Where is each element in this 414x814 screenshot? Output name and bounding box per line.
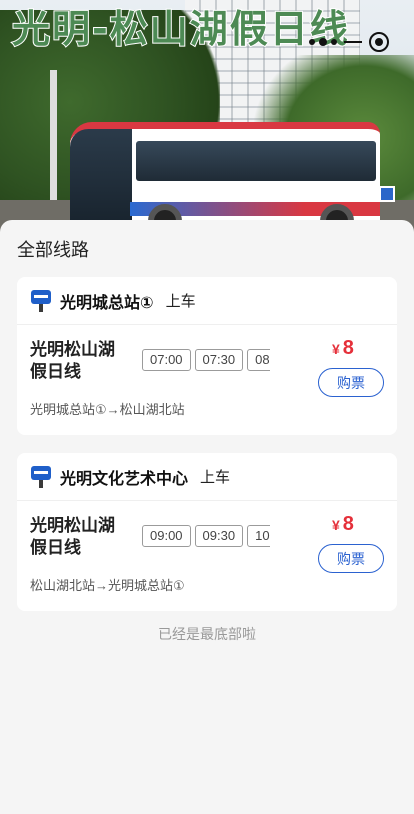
street-pole — [50, 70, 57, 220]
time-chip[interactable]: 09:30 — [194, 525, 244, 547]
more-dots-icon[interactable] — [309, 38, 338, 46]
departure-times[interactable]: 09:0009:3010:00 — [142, 525, 270, 551]
time-chip[interactable]: 10:00 — [247, 525, 270, 547]
stop-name: 光明城总站① — [60, 294, 154, 312]
board-label: 上车 — [200, 469, 231, 486]
price: ¥8 — [332, 337, 354, 360]
road-sign-icon — [379, 186, 395, 202]
bus-stop-icon — [31, 289, 51, 312]
route-card: 光明城总站① 上车 光明松山湖假日线 07:0007:3008:00 ¥8 购票… — [17, 277, 397, 435]
bus-stop-icon — [31, 465, 51, 488]
bus-image — [70, 122, 380, 238]
route-path: 光明城总站①→松山湖北站 — [30, 402, 185, 417]
currency-symbol: ¥ — [332, 517, 340, 533]
route-name: 光明松山湖假日线 — [30, 340, 115, 381]
bus-front — [70, 129, 132, 230]
buy-ticket-button[interactable]: 购票 — [318, 368, 384, 397]
price-amount: 8 — [342, 337, 354, 359]
route-card: 光明文化艺术中心 上车 光明松山湖假日线 09:0009:3010:00 ¥8 … — [17, 453, 397, 611]
target-close-icon[interactable] — [368, 32, 389, 52]
departure-times[interactable]: 07:0007:3008:00 — [142, 349, 270, 375]
time-chip[interactable]: 09:00 — [142, 525, 191, 547]
card-body[interactable]: 光明松山湖假日线 09:0009:3010:00 ¥8 购票 松山湖北站→光明城… — [17, 501, 397, 611]
currency-symbol: ¥ — [332, 341, 340, 357]
price-amount: 8 — [342, 513, 354, 535]
time-chip[interactable]: 08:00 — [247, 349, 270, 371]
price: ¥8 — [332, 513, 354, 536]
time-chip[interactable]: 07:30 — [194, 349, 244, 371]
routes-panel: 全部线路 光明城总站① 上车 光明松山湖假日线 07:0007:3008:00 … — [0, 220, 414, 814]
board-label: 上车 — [165, 293, 196, 310]
miniapp-capsule — [296, 26, 402, 58]
section-title: 全部线路 — [17, 240, 89, 260]
minimize-icon[interactable] — [343, 41, 362, 43]
buy-ticket-button[interactable]: 购票 — [318, 544, 384, 573]
card-header: 光明文化艺术中心 上车 — [17, 453, 397, 501]
route-name: 光明松山湖假日线 — [30, 516, 115, 557]
stop-name: 光明文化艺术中心 — [60, 470, 189, 488]
hero-banner: 光明-松山湖假日线 — [0, 0, 414, 240]
time-chip[interactable]: 07:00 — [142, 349, 191, 371]
card-header: 光明城总站① 上车 — [17, 277, 397, 325]
bus-window — [136, 141, 376, 181]
end-of-list-note: 已经是最底部啦 — [158, 626, 256, 642]
route-path: 松山湖北站→光明城总站① — [30, 578, 185, 593]
card-body[interactable]: 光明松山湖假日线 07:0007:3008:00 ¥8 购票 光明城总站①→松山… — [17, 325, 397, 435]
